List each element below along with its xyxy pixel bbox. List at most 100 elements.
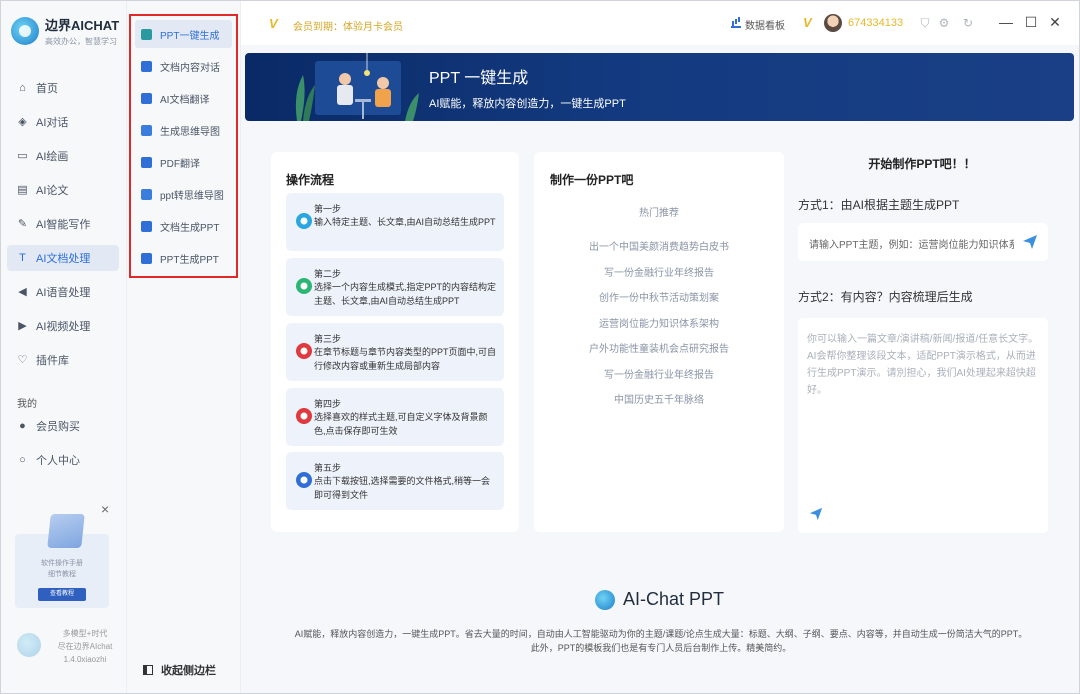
banner-illustration [295, 53, 419, 121]
workflow-step: 第一步 输入特定主题、长文章,由AI自动总结生成PPT [286, 193, 504, 251]
mine-nav: ● 会员购买 ○ 个人中心 [7, 413, 119, 481]
sidebar-item[interactable]: ◈ AI对话 [7, 109, 119, 135]
tool-item-label: 文档内容对话 [160, 62, 220, 74]
app-logo[interactable]: 边界AICHAT 高效办公，智慧学习 [11, 15, 119, 47]
view-tutorial-button[interactable]: 查看教程 [38, 588, 86, 601]
tool-icon [141, 60, 152, 72]
sidebar-item[interactable]: ○ 个人中心 [7, 447, 119, 473]
step-title: 第三步 [314, 334, 342, 344]
workflow-card: 操作流程 第一步 输入特定主题、长文章,由AI自动总结生成PPT 第二步 选择一个内容… [271, 152, 519, 532]
user-icon: ○ [19, 453, 26, 466]
document-tools-list: PPT一键生成 文档内容对话 AI文档翻译生成思维导图 PDF翻译 ppt转思维导图 文档… [131, 20, 236, 276]
folder-icon [47, 514, 85, 548]
footer-logo-icon [17, 633, 41, 657]
tool-item-label: 文档生成PPT [160, 222, 220, 234]
sidebar-item[interactable]: ▶ AI视频处理 [7, 313, 119, 339]
app-subtitle: 高效办公，智慧学习 [45, 37, 117, 46]
tool-item[interactable]: 文档内容对话 [135, 52, 232, 80]
topic-input[interactable]: 请输入PPT主题，例如：运营岗位能力知识体系架构 [798, 223, 1048, 261]
minimize-button[interactable]: — [998, 14, 1014, 30]
sidebar-item-label: AI语音处理 [36, 287, 91, 299]
document-tools-sidebar: PPT一键生成 文档内容对话 AI文档翻译生成思维导图 PDF翻译 ppt转思维导图 文档… [127, 1, 241, 693]
step-description: 选择喜欢的样式主题,可自定义字体及背景颜色,点击保存即可生效 [314, 412, 488, 436]
workflow-step: 第四步 选择喜欢的样式主题,可自定义字体及背景颜色,点击保存即可生效 [286, 388, 504, 446]
content-textarea[interactable]: 你可以输入一篇文章/演讲稿/新闻/报道/任意长文字。AI会帮你整理该段文本，适配… [798, 318, 1048, 533]
step-title: 第五步 [314, 463, 342, 473]
sidebar-item-label: AI绘画 [36, 151, 69, 163]
tool-item-label: AI文档翻译 [160, 94, 210, 106]
user-id[interactable]: 674334133 [848, 17, 903, 29]
section-mine-label: 我的 [17, 399, 37, 410]
settings-icon[interactable]: ⚙ [937, 16, 951, 30]
brand-logo-icon [595, 589, 615, 610]
step-title: 第一步 [314, 204, 342, 214]
sidebar-item[interactable]: ● 会员购买 [7, 413, 119, 439]
close-icon[interactable]: × [101, 501, 109, 517]
suggestion-item[interactable]: 出一个中国美颜消费趋势白皮书 [534, 238, 784, 253]
sidebar-item[interactable]: ▤ AI论文 [7, 177, 119, 203]
sidebar-item[interactable]: ▭ AI绘画 [7, 143, 119, 169]
sidebar-item[interactable]: T AI文档处理 [7, 245, 119, 271]
document-icon: ▤ [17, 183, 28, 196]
sidebar-item-label: 个人中心 [36, 455, 80, 467]
step-icon [294, 470, 314, 490]
suggestion-item[interactable]: 写一份金融行业年终报告 [534, 366, 784, 381]
suggestion-item[interactable]: 写一份金融行业年终报告 [534, 264, 784, 279]
sidebar-item[interactable]: ⌂ 首页 [7, 75, 119, 101]
shirt-icon[interactable]: ⛉ [918, 16, 932, 30]
logo-icon [11, 17, 39, 45]
vip-badge-icon: V [803, 15, 812, 30]
tool-icon [141, 92, 152, 104]
sidebar-item-label: AI论文 [36, 185, 69, 197]
banner-title: PPT 一键生成 [429, 70, 529, 87]
suggestions-card: 制作一份PPT吧 热门推荐 出一个中国美颜消费趋势白皮书 写一份金融行业年终报告创… [534, 152, 784, 532]
sidebar-item[interactable]: ◀ AI语音处理 [7, 279, 119, 305]
send-icon[interactable] [809, 507, 823, 521]
step-icon [294, 211, 314, 231]
collapse-icon [143, 665, 153, 675]
refresh-icon[interactable]: ↻ [961, 16, 975, 30]
tool-item[interactable]: PPT一键生成 [135, 20, 232, 48]
collapse-sidebar-button[interactable]: 收起侧边栏 [143, 662, 216, 678]
image-icon: ▭ [17, 149, 28, 162]
maximize-button[interactable]: ☐ [1023, 14, 1039, 30]
step-icon [294, 406, 314, 426]
dashboard-link[interactable]: 数据看板 [745, 17, 785, 32]
suggestion-item[interactable]: 中国历史五千年脉络 [534, 391, 784, 406]
close-button[interactable]: ✕ [1047, 14, 1063, 30]
membership-status[interactable]: 会员到期：体验月卡会员 [293, 18, 403, 33]
suggestion-item[interactable]: 户外功能性童装机会点研究报告 [534, 340, 784, 355]
workflow-step: 第三步 在章节标题与章节内容类型的PPT页面中,可自行修改内容或重新生成局部内容 [286, 323, 504, 381]
brand-footer: AI-Chat PPT [595, 589, 724, 610]
suggestion-item[interactable]: 创作一份中秋节活动策划案 [534, 289, 784, 304]
avatar[interactable] [824, 14, 842, 32]
tool-item[interactable]: 生成思维导图 [135, 116, 232, 144]
workflow-step: 第二步 选择一个内容生成模式,指定PPT的内容结构定主题、长文章,由AI自动总结生… [286, 258, 504, 316]
tool-icon [141, 220, 152, 232]
tool-item[interactable]: PPT生成PPT [135, 244, 232, 272]
sidebar-item[interactable]: ♡ 插件库 [7, 347, 119, 373]
version-info: 多模型+时代 尽在边界AIchat 1.4.0xiaozhi [57, 629, 113, 664]
hero-banner: PPT 一键生成 AI赋能，释放内容创造力，一键生成PPT [245, 53, 1074, 121]
top-bar: V 会员到期：体验月卡会员 数据看板 V 674334133 ⛉ ⚙ ↻ — ☐… [241, 1, 1079, 45]
highlight-box: PPT一键生成 文档内容对话 AI文档翻译生成思维导图 PDF翻译 ppt转思维导图 文档… [129, 14, 238, 278]
member-icon: ● [19, 419, 26, 432]
tool-icon [141, 124, 152, 136]
content-textarea-placeholder: 你可以输入一篇文章/演讲稿/新闻/报道/任意长文字。AI会帮你整理该段文本，适配… [807, 334, 1039, 396]
collapse-label: 收起侧边栏 [161, 665, 216, 677]
workflow-title: 操作流程 [286, 173, 335, 187]
tutorial-promo-card[interactable]: 软件操作手册 细节教程 查看教程 [15, 514, 109, 608]
send-icon[interactable] [1022, 234, 1038, 250]
speaker-icon: ◀ [18, 285, 27, 298]
sidebar-item[interactable]: ✎ AI智能写作 [7, 211, 119, 237]
tool-item-label: PPT一键生成 [160, 30, 220, 42]
tool-item[interactable]: 文档生成PPT [135, 212, 232, 240]
tool-item-label: ppt转思维导图 [160, 190, 224, 202]
tool-item[interactable]: ppt转思维导图 [135, 180, 232, 208]
tool-item[interactable]: PDF翻译 [135, 148, 232, 176]
tool-item[interactable]: AI文档翻译 [135, 84, 232, 112]
brand-name: AI-Chat PPT [623, 589, 725, 609]
chart-icon [731, 18, 741, 28]
suggestion-item[interactable]: 运营岗位能力知识体系架构 [534, 315, 784, 330]
home-icon: ⌂ [19, 81, 26, 94]
